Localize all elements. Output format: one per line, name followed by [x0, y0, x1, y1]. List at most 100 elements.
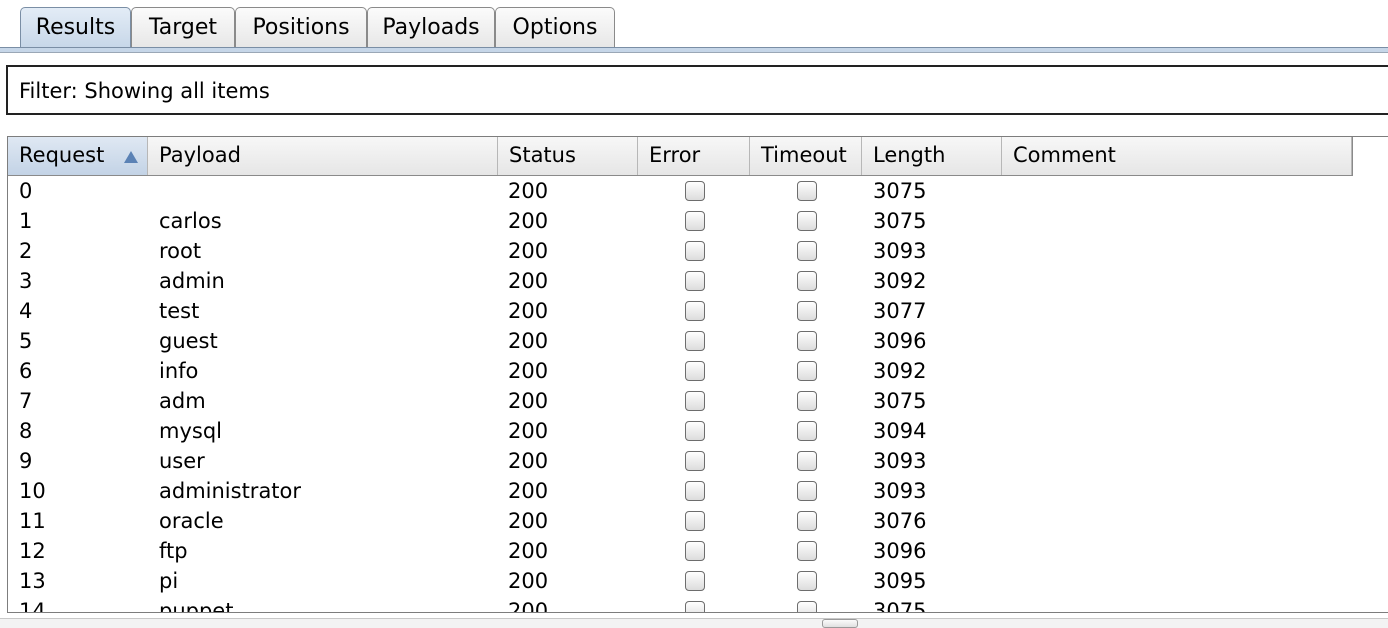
- column-header-timeout[interactable]: Timeout: [750, 137, 862, 175]
- timeout-checkbox[interactable]: [797, 211, 817, 231]
- cell-payload: puppet: [159, 599, 234, 613]
- tab-payloads[interactable]: Payloads: [367, 7, 495, 47]
- cell-status: 200: [508, 449, 549, 473]
- cell-length: 3094: [873, 419, 927, 443]
- table-row[interactable]: 1 carlos 200 3075: [8, 206, 1388, 236]
- cell-payload: user: [159, 449, 205, 473]
- error-checkbox[interactable]: [685, 331, 705, 351]
- cell-status: 200: [508, 479, 549, 503]
- cell-request: 0: [19, 179, 33, 203]
- timeout-checkbox[interactable]: [797, 391, 817, 411]
- cell-length: 3075: [873, 179, 927, 203]
- cell-length: 3093: [873, 239, 927, 263]
- table-row[interactable]: 9 user 200 3093: [8, 446, 1388, 476]
- cell-request: 9: [19, 449, 33, 473]
- cell-status: 200: [508, 269, 549, 293]
- table-row[interactable]: 6 info 200 3092: [8, 356, 1388, 386]
- sort-ascending-icon: [124, 151, 138, 163]
- error-checkbox[interactable]: [685, 571, 705, 591]
- table-row[interactable]: 4 test 200 3077: [8, 296, 1388, 326]
- error-checkbox[interactable]: [685, 271, 705, 291]
- error-checkbox[interactable]: [685, 541, 705, 561]
- timeout-checkbox[interactable]: [797, 421, 817, 441]
- error-checkbox[interactable]: [685, 481, 705, 501]
- cell-length: 3093: [873, 449, 927, 473]
- column-header-length[interactable]: Length: [862, 137, 1002, 175]
- filter-bar[interactable]: Filter: Showing all items: [6, 65, 1388, 115]
- cell-length: 3075: [873, 389, 927, 413]
- cell-payload: administrator: [159, 479, 302, 503]
- table-row[interactable]: 8 mysql 200 3094: [8, 416, 1388, 446]
- table-row[interactable]: 13 pi 200 3095: [8, 566, 1388, 596]
- cell-request: 7: [19, 389, 33, 413]
- cell-status: 200: [508, 539, 549, 563]
- table-row[interactable]: 0 200 3075: [8, 176, 1388, 206]
- cell-request: 1: [19, 209, 33, 233]
- cell-length: 3095: [873, 569, 927, 593]
- cell-status: 200: [508, 419, 549, 443]
- timeout-checkbox[interactable]: [797, 601, 817, 612]
- timeout-checkbox[interactable]: [797, 181, 817, 201]
- timeout-checkbox[interactable]: [797, 331, 817, 351]
- cell-payload: oracle: [159, 509, 224, 533]
- column-header-payload[interactable]: Payload: [148, 137, 498, 175]
- timeout-checkbox[interactable]: [797, 271, 817, 291]
- error-checkbox[interactable]: [685, 421, 705, 441]
- error-checkbox[interactable]: [685, 391, 705, 411]
- error-checkbox[interactable]: [685, 361, 705, 381]
- tab-target[interactable]: Target: [131, 7, 235, 47]
- column-header-error[interactable]: Error: [638, 137, 750, 175]
- cell-request: 5: [19, 329, 33, 353]
- table-row[interactable]: 3 admin 200 3092: [8, 266, 1388, 296]
- splitter-handle[interactable]: [822, 619, 858, 628]
- table-row[interactable]: 7 adm 200 3075: [8, 386, 1388, 416]
- timeout-checkbox[interactable]: [797, 511, 817, 531]
- error-checkbox[interactable]: [685, 451, 705, 471]
- cell-payload: ftp: [159, 539, 188, 563]
- timeout-checkbox[interactable]: [797, 481, 817, 501]
- timeout-checkbox[interactable]: [797, 451, 817, 471]
- cell-request: 6: [19, 359, 33, 383]
- error-checkbox[interactable]: [685, 211, 705, 231]
- cell-payload: carlos: [159, 209, 222, 233]
- cell-request: 11: [19, 509, 46, 533]
- table-row[interactable]: 14 puppet 200 3075: [8, 596, 1388, 613]
- results-table: Request Payload Status Error Timeout Len…: [7, 136, 1388, 613]
- cell-length: 3092: [873, 359, 927, 383]
- table-row[interactable]: 2 root 200 3093: [8, 236, 1388, 266]
- tab-positions[interactable]: Positions: [235, 7, 367, 47]
- table-row[interactable]: 12 ftp 200 3096: [8, 536, 1388, 566]
- timeout-checkbox[interactable]: [797, 541, 817, 561]
- table-row[interactable]: 11 oracle 200 3076: [8, 506, 1388, 536]
- cell-request: 3: [19, 269, 33, 293]
- cell-length: 3075: [873, 209, 927, 233]
- pane-splitter[interactable]: [0, 618, 1388, 628]
- error-checkbox[interactable]: [685, 511, 705, 531]
- column-header-comment[interactable]: Comment: [1002, 137, 1352, 175]
- table-row[interactable]: 10 administrator 200 3093: [8, 476, 1388, 506]
- tab-results[interactable]: Results: [20, 7, 131, 49]
- timeout-checkbox[interactable]: [797, 301, 817, 321]
- cell-request: 8: [19, 419, 33, 443]
- column-header-status[interactable]: Status: [498, 137, 638, 175]
- table-row[interactable]: 5 guest 200 3096: [8, 326, 1388, 356]
- cell-request: 13: [19, 569, 46, 593]
- timeout-checkbox[interactable]: [797, 361, 817, 381]
- tab-options[interactable]: Options: [495, 7, 615, 47]
- timeout-checkbox[interactable]: [797, 241, 817, 261]
- column-header-request[interactable]: Request: [8, 137, 148, 175]
- error-checkbox[interactable]: [685, 241, 705, 261]
- error-checkbox[interactable]: [685, 181, 705, 201]
- cell-status: 200: [508, 239, 549, 263]
- cell-length: 3093: [873, 479, 927, 503]
- error-checkbox[interactable]: [685, 601, 705, 612]
- timeout-checkbox[interactable]: [797, 571, 817, 591]
- tab-bar: Results Target Positions Payloads Option…: [0, 0, 1388, 53]
- cell-length: 3096: [873, 539, 927, 563]
- cell-request: 10: [19, 479, 46, 503]
- cell-length: 3096: [873, 329, 927, 353]
- column-header-label: Request: [19, 143, 105, 167]
- cell-status: 200: [508, 509, 549, 533]
- cell-payload: pi: [159, 569, 179, 593]
- error-checkbox[interactable]: [685, 301, 705, 321]
